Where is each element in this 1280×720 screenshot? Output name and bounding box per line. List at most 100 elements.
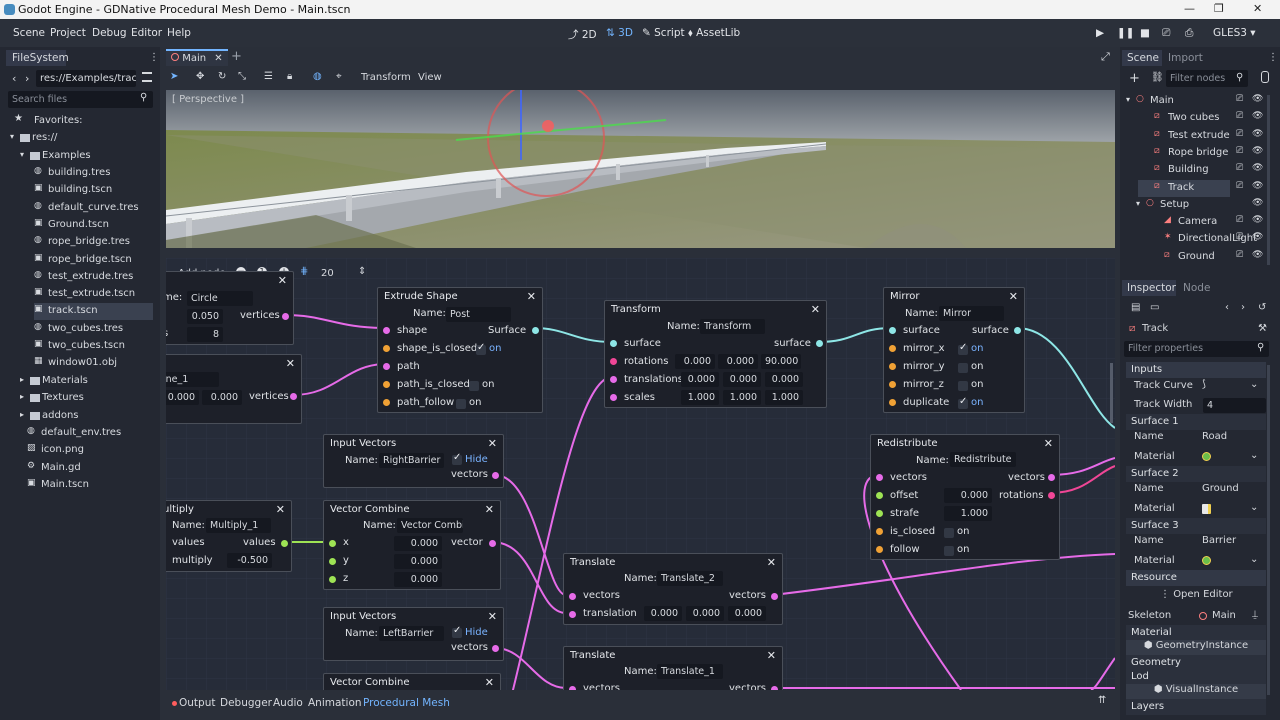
visibility-icon[interactable]: 👁︎ [1252,163,1263,173]
dock-menu-icon[interactable]: ⋮ [1268,52,1278,63]
perspective-label[interactable]: [ Perspective ] [172,94,244,105]
tab-audio[interactable]: Audio [273,697,303,709]
output-port[interactable] [282,313,289,320]
shape-input-port[interactable] [383,327,390,334]
rotation-y-field[interactable]: 0.000 [718,354,758,369]
path-is-closed-port[interactable] [383,381,390,388]
workspace-assetlib-button[interactable]: ⬧ AssetLib [688,27,740,40]
x-field[interactable]: 0.000 [394,536,442,551]
scales-port[interactable] [610,394,617,401]
node-close-icon[interactable]: ✕ [488,610,497,623]
file-item[interactable]: ▨ icon.png [27,442,177,459]
output-port[interactable] [290,393,297,400]
scene-instance-icon[interactable]: ⎚ [1236,146,1243,156]
node-close-icon[interactable]: ✕ [527,290,536,303]
node-name-field[interactable]: Mirror [939,306,1004,321]
history-forward-icon[interactable]: › [1241,302,1245,313]
menu-editor[interactable]: Editor [131,27,162,39]
section-surface-2[interactable]: Surface 2 [1126,466,1266,482]
rotate-tool-icon[interactable]: ↻ [218,71,226,82]
node-mirror[interactable]: Mirror ✕ Name: Mirror surface surface mi… [883,287,1025,413]
filesystem-tab[interactable]: FileSystem [6,50,69,66]
expand-panel-icon[interactable]: ⇈ [1098,695,1106,706]
vector-y-field[interactable]: 0.000 [202,390,242,405]
section-layers[interactable]: Layers [1126,699,1266,715]
shape-is-closed-checkbox[interactable] [476,342,486,355]
visibility-icon[interactable]: 👁︎ [1252,111,1263,121]
clear-icon[interactable]: ⍊ [1252,609,1258,620]
instance-icon[interactable] [1261,71,1269,83]
surface-output-port[interactable] [532,327,539,334]
scale-y-field[interactable]: 1.000 [723,390,761,405]
translation-y-field[interactable]: 0.000 [686,606,724,621]
rotation-z-field[interactable]: 90.000 [761,354,801,369]
scene-instance-icon[interactable]: ⎚ [1236,181,1243,191]
rotation-x-field[interactable]: 0.000 [675,354,715,369]
shape-is-closed-port[interactable] [383,345,390,352]
node-translate-2[interactable]: Translate ✕ Name: Translate_2 vectors ve… [563,553,783,625]
stop-icon[interactable]: ■ [1140,27,1150,39]
mirror-z-checkbox[interactable] [958,381,968,391]
vectors-input-port[interactable] [876,474,883,481]
y-input-port[interactable] [329,558,336,565]
file-item[interactable]: ◍ default_curve.tres [34,200,153,217]
close-button[interactable]: ✕ [1253,2,1262,15]
path-field[interactable]: res://Examples/track.t [36,70,136,87]
favorites-item[interactable]: ★ Favorites: [14,113,164,130]
menu-project[interactable]: Project [50,27,86,39]
scene-instance-icon[interactable]: ⎚ [1236,94,1243,104]
tab-debugger[interactable]: Debugger [220,697,272,709]
vectors-output-port[interactable] [771,593,778,600]
segments-field[interactable]: 8 [187,327,223,342]
node-line[interactable]: ✕ ine_1 0.000 0.000 vertices [166,354,302,424]
back-icon[interactable]: ‹ [12,72,16,85]
x-input-port[interactable] [329,540,336,547]
tab-scene[interactable]: Scene [1122,50,1162,66]
node-name-field[interactable]: Transform [700,319,765,334]
path-follow-checkbox[interactable] [456,399,466,409]
scene-node[interactable]: ⧄ Building [1138,162,1230,179]
res-root-item[interactable]: ▾ res:// [10,130,160,147]
node-vector-combine-2[interactable]: Vector Combine ✕ [323,673,501,690]
mirror-x-port[interactable] [889,345,896,352]
hide-checkbox[interactable] [452,625,462,638]
procedural-mesh-graph[interactable]: Add node... − 1 + ⋕ 20 ⇕ ✕ me: Circle 0.… [166,258,1115,690]
node-name-field[interactable]: Translate_2 [657,571,723,586]
folder-item[interactable]: ▸ Materials [20,373,170,390]
node-multiply[interactable]: ultiply ✕ Name: Multiply_1 values values… [166,500,292,572]
inspector-scrollbar[interactable] [1267,365,1270,695]
rotations-port[interactable] [610,358,617,365]
translation-x-field[interactable]: 0.000 [681,372,719,387]
translation-z-field[interactable]: 0.000 [728,606,766,621]
follow-checkbox[interactable] [944,546,954,556]
node-input-vectors-right[interactable]: Input Vectors ✕ Name: RightBarrier Hide … [323,434,504,488]
path-is-closed-checkbox[interactable] [469,381,479,391]
scene-instance-icon[interactable]: ⎚ [1236,232,1243,242]
visibility-icon[interactable]: 👁︎ [1252,129,1263,139]
node-circle[interactable]: ✕ me: Circle 0.050 vertices s 8 [166,271,294,345]
prop-surface2-name[interactable]: Name Ground [1126,482,1266,500]
node-close-icon[interactable]: ✕ [1009,290,1018,303]
scene-node[interactable]: ⧄ Two cubes [1138,110,1230,127]
file-item[interactable]: ▣ track.tscn [34,303,153,321]
workspace-2d-button[interactable]: ⤴ 2D [568,27,597,42]
is-closed-checkbox[interactable] [944,528,954,538]
node-close-icon[interactable]: ✕ [286,357,295,370]
translation-port[interactable] [569,611,576,618]
file-item[interactable]: ◍ two_cubes.tres [34,321,153,338]
tab-procedural-mesh[interactable]: Procedural Mesh [363,697,450,709]
link-icon[interactable]: ⛓︎ [1151,72,1164,83]
snap-icon[interactable]: ⌖ [336,71,342,82]
file-item[interactable]: ▣ test_extrude.tscn [34,286,153,303]
folder-item[interactable]: ▸ addons [20,408,170,425]
visibility-icon[interactable]: 👁︎ [1252,146,1263,156]
node-redistribute[interactable]: Redistribute ✕ Name: Redistribute vector… [870,434,1060,560]
tab-output[interactable]: Output [179,697,215,709]
geometry-instance-header[interactable]: ⬢ GeometryInstance [1126,640,1266,655]
node-close-icon[interactable]: ✕ [278,274,287,287]
offset-port[interactable] [876,492,883,499]
hide-checkbox[interactable] [452,452,462,465]
maximize-button[interactable]: ❐ [1214,2,1224,15]
node-name-field[interactable]: Redistribute [950,452,1016,467]
history-icon[interactable]: ↺ [1258,302,1266,313]
